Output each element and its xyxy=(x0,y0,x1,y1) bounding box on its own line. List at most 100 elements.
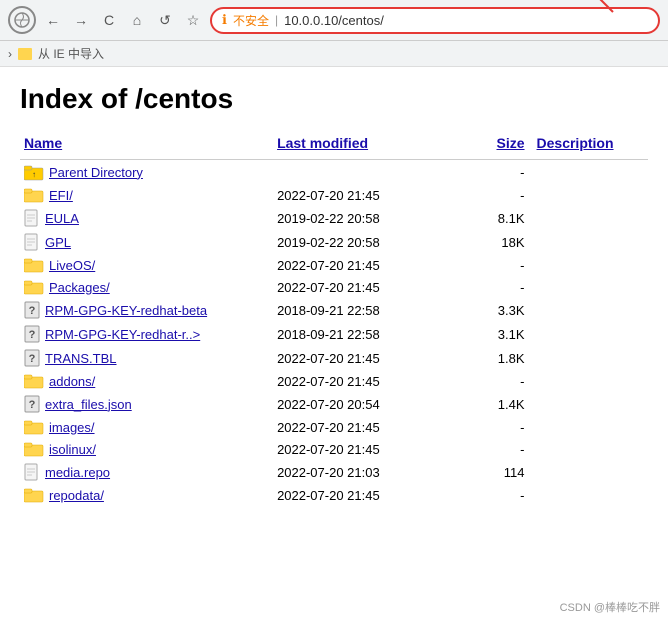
address-text: 10.0.0.10/centos/ xyxy=(284,13,648,28)
file-desc-cell xyxy=(533,460,648,484)
page-wrapper: url Index of /centos Name Last modified … xyxy=(0,67,668,516)
file-name-cell: GPL xyxy=(20,230,273,254)
folder-icon xyxy=(24,257,44,273)
file-modified-cell: 2022-07-20 21:45 xyxy=(273,370,481,392)
history-button[interactable]: ↺ xyxy=(154,9,176,31)
table-row: ? extra_files.json2022-07-20 20:541.4K xyxy=(20,392,648,416)
file-link[interactable]: LiveOS/ xyxy=(49,258,95,273)
bookmark-button[interactable]: ☆ xyxy=(182,9,204,31)
svg-text:?: ? xyxy=(29,305,36,317)
file-link[interactable]: media.repo xyxy=(45,465,110,480)
file-name-cell: EULA xyxy=(20,206,273,230)
file-name-cell: EFI/ xyxy=(20,184,273,206)
bookmarks-bar: › 从 IE 中导入 xyxy=(0,41,668,67)
file-link[interactable]: Packages/ xyxy=(49,280,110,295)
file-desc-cell xyxy=(533,438,648,460)
file-desc-cell xyxy=(533,206,648,230)
file-name-cell: isolinux/ xyxy=(20,438,273,460)
col-modified-header[interactable]: Last modified xyxy=(273,131,481,160)
key-file-icon: ? xyxy=(24,301,40,319)
file-size-cell: 18K xyxy=(481,230,533,254)
table-row: media.repo2022-07-20 21:03114 xyxy=(20,460,648,484)
file-name-cell: images/ xyxy=(20,416,273,438)
file-link[interactable]: TRANS.TBL xyxy=(45,351,117,366)
file-desc-cell xyxy=(533,392,648,416)
col-desc-header[interactable]: Description xyxy=(533,131,648,160)
table-row: ? RPM-GPG-KEY-redhat-beta2018-09-21 22:5… xyxy=(20,298,648,322)
file-icon xyxy=(24,463,40,481)
col-name-header[interactable]: Name xyxy=(20,131,273,160)
file-modified-cell: 2018-09-21 22:58 xyxy=(273,298,481,322)
file-size-cell: 3.1K xyxy=(481,322,533,346)
address-bar[interactable]: ℹ 不安全 | 10.0.0.10/centos/ xyxy=(210,7,660,34)
table-row: LiveOS/2022-07-20 21:45- xyxy=(20,254,648,276)
file-link[interactable]: EFI/ xyxy=(49,188,73,203)
file-desc-cell xyxy=(533,276,648,298)
table-row: ? RPM-GPG-KEY-redhat-r..>2018-09-21 22:5… xyxy=(20,322,648,346)
file-size-cell: - xyxy=(481,160,533,185)
svg-text:↑: ↑ xyxy=(32,170,36,179)
file-link[interactable]: extra_files.json xyxy=(45,397,132,412)
folder-icon xyxy=(24,187,44,203)
file-icon xyxy=(24,233,40,251)
file-size-cell: - xyxy=(481,438,533,460)
browser-toolbar: ← → C ⌂ ↺ ☆ ℹ 不安全 | 10.0.0.10/centos/ xyxy=(8,6,660,34)
browser-logo xyxy=(8,6,36,34)
file-desc-cell xyxy=(533,370,648,392)
file-table: Name Last modified Size Description ↑ Pa… xyxy=(20,131,648,506)
file-link[interactable]: Parent Directory xyxy=(49,165,143,180)
file-name-cell: ? TRANS.TBL xyxy=(20,346,273,370)
table-row: isolinux/2022-07-20 21:45- xyxy=(20,438,648,460)
refresh-button[interactable]: C xyxy=(98,9,120,31)
file-modified-cell: 2022-07-20 21:45 xyxy=(273,254,481,276)
address-divider: | xyxy=(275,13,278,27)
file-name-cell: Packages/ xyxy=(20,276,273,298)
folder-icon xyxy=(24,487,44,503)
table-row: addons/2022-07-20 21:45- xyxy=(20,370,648,392)
file-modified-cell: 2022-07-20 21:45 xyxy=(273,438,481,460)
folder-icon xyxy=(24,441,44,457)
file-name-cell: ? extra_files.json xyxy=(20,392,273,416)
file-name-cell: ? RPM-GPG-KEY-redhat-r..> xyxy=(20,322,273,346)
file-modified-cell: 2022-07-20 21:03 xyxy=(273,460,481,484)
home-button[interactable]: ⌂ xyxy=(126,9,148,31)
file-desc-cell xyxy=(533,484,648,506)
file-link[interactable]: isolinux/ xyxy=(49,442,96,457)
file-link[interactable]: addons/ xyxy=(49,374,95,389)
file-link[interactable]: RPM-GPG-KEY-redhat-r..> xyxy=(45,327,200,342)
file-size-cell: 1.4K xyxy=(481,392,533,416)
back-button[interactable]: ← xyxy=(42,9,64,31)
file-modified-cell: 2022-07-20 21:45 xyxy=(273,484,481,506)
file-link[interactable]: RPM-GPG-KEY-redhat-beta xyxy=(45,303,207,318)
file-link[interactable]: images/ xyxy=(49,420,95,435)
file-size-cell: - xyxy=(481,416,533,438)
file-desc-cell xyxy=(533,184,648,206)
forward-button[interactable]: → xyxy=(70,9,92,31)
folder-icon xyxy=(24,373,44,389)
file-modified-cell: 2022-07-20 21:45 xyxy=(273,416,481,438)
file-size-cell: 3.3K xyxy=(481,298,533,322)
key-file-icon: ? xyxy=(24,395,40,413)
table-row: ? TRANS.TBL2022-07-20 21:451.8K xyxy=(20,346,648,370)
page-title: Index of /centos xyxy=(20,83,648,115)
file-desc-cell xyxy=(533,298,648,322)
table-row: GPL2019-02-22 20:5818K xyxy=(20,230,648,254)
file-name-cell: media.repo xyxy=(20,460,273,484)
file-link[interactable]: EULA xyxy=(45,211,79,226)
browser-chrome: ← → C ⌂ ↺ ☆ ℹ 不安全 | 10.0.0.10/centos/ xyxy=(0,0,668,41)
bookmarks-label: 从 IE 中导入 xyxy=(38,45,104,62)
folder-icon xyxy=(24,279,44,295)
file-name-cell: ? RPM-GPG-KEY-redhat-beta xyxy=(20,298,273,322)
security-label: 不安全 xyxy=(233,12,269,29)
table-row: EFI/2022-07-20 21:45- xyxy=(20,184,648,206)
file-modified-cell xyxy=(273,160,481,185)
col-size-header[interactable]: Size xyxy=(481,131,533,160)
file-link[interactable]: GPL xyxy=(45,235,71,250)
file-desc-cell xyxy=(533,230,648,254)
lock-icon: ℹ xyxy=(222,12,227,28)
file-size-cell: - xyxy=(481,276,533,298)
file-size-cell: - xyxy=(481,370,533,392)
key-file-icon: ? xyxy=(24,349,40,367)
table-row: Packages/2022-07-20 21:45- xyxy=(20,276,648,298)
file-link[interactable]: repodata/ xyxy=(49,488,104,503)
